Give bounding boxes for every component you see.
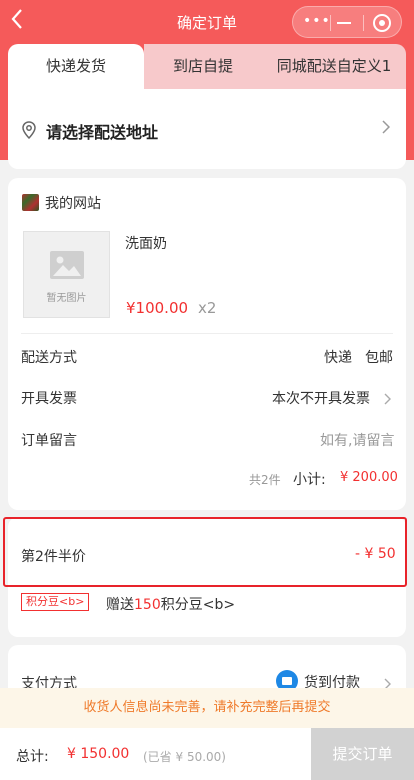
promotion-label: 第2件半价: [21, 549, 86, 565]
order-items-card: 我的网站 暂无图片 洗面奶 ¥100.00 x2 配送方式 快递 包邮 开具发票…: [8, 178, 406, 510]
points-gift-text: 赠送150积分豆<b>: [106, 594, 235, 614]
total-label: 总计:: [16, 749, 49, 765]
points-tag: 积分豆<b>: [21, 593, 90, 611]
product-thumbnail[interactable]: 暂无图片: [23, 231, 110, 318]
saved-amount: (已省 ¥ 50.00): [143, 750, 226, 764]
invoice-label: 开具发票: [21, 391, 77, 407]
gift-prefix: 赠送: [106, 597, 134, 613]
checkout-bar: 总计: ¥ 150.00 (已省 ¥ 50.00) 提交订单: [0, 728, 414, 780]
mini-program-capsule: •••: [292, 6, 402, 38]
chevron-right-icon: [382, 119, 391, 138]
promotion-discount: - ¥ 50: [355, 546, 396, 562]
gift-amount: 150: [134, 597, 161, 613]
location-pin-icon: [22, 121, 36, 143]
total-amount: ¥ 150.00: [67, 746, 130, 762]
incomplete-info-notice: 收货人信息尚未完善，请补充完整后再提交: [0, 688, 414, 728]
tab-store-pickup[interactable]: 到店自提: [144, 44, 262, 89]
delivery-method-label: 配送方式: [21, 350, 77, 366]
order-remark-input[interactable]: 如有,请留言: [320, 430, 394, 450]
invoice-value[interactable]: 本次不开具发票: [272, 388, 370, 408]
address-placeholder: 请选择配送地址: [46, 123, 159, 142]
shop-logo-icon: [22, 194, 39, 211]
product-name: 洗面奶: [125, 236, 167, 252]
divider: [21, 333, 393, 334]
no-image-label: 暂无图片: [46, 293, 87, 304]
capsule-divider: [330, 15, 331, 31]
top-bar: 确定订单 •••: [0, 0, 414, 44]
chevron-right-icon[interactable]: [384, 390, 391, 409]
item-count: 共2件: [249, 473, 281, 487]
image-placeholder-icon: [50, 251, 84, 279]
subtotal-label: 小计:: [293, 472, 326, 488]
close-target-icon[interactable]: [373, 14, 391, 32]
address-selector[interactable]: 请选择配送地址: [8, 89, 406, 169]
shop-name: 我的网站: [45, 196, 101, 212]
shipping-fee-value: 包邮: [365, 350, 393, 366]
tab-express[interactable]: 快递发货: [8, 44, 144, 89]
capsule-divider: [363, 15, 364, 31]
product-price: ¥100.00: [126, 299, 189, 317]
promotion-card: 第2件半价 - ¥ 50 积分豆<b> 赠送150积分豆<b>: [3, 517, 407, 637]
delivery-method-value: 快递: [324, 350, 352, 366]
tab-local-delivery[interactable]: 同城配送自定义1: [262, 44, 406, 89]
order-remark-label: 订单留言: [21, 433, 77, 449]
product-quantity: x2: [198, 299, 217, 317]
submit-order-button[interactable]: 提交订单: [311, 728, 414, 780]
more-dots-icon[interactable]: •••: [303, 13, 330, 29]
delivery-tabs: 快递发货 到店自提 同城配送自定义1: [8, 44, 406, 89]
subtotal-value: ¥ 200.00: [340, 470, 398, 485]
gift-suffix: 积分豆<b>: [160, 597, 236, 613]
minimize-icon[interactable]: [337, 22, 351, 24]
